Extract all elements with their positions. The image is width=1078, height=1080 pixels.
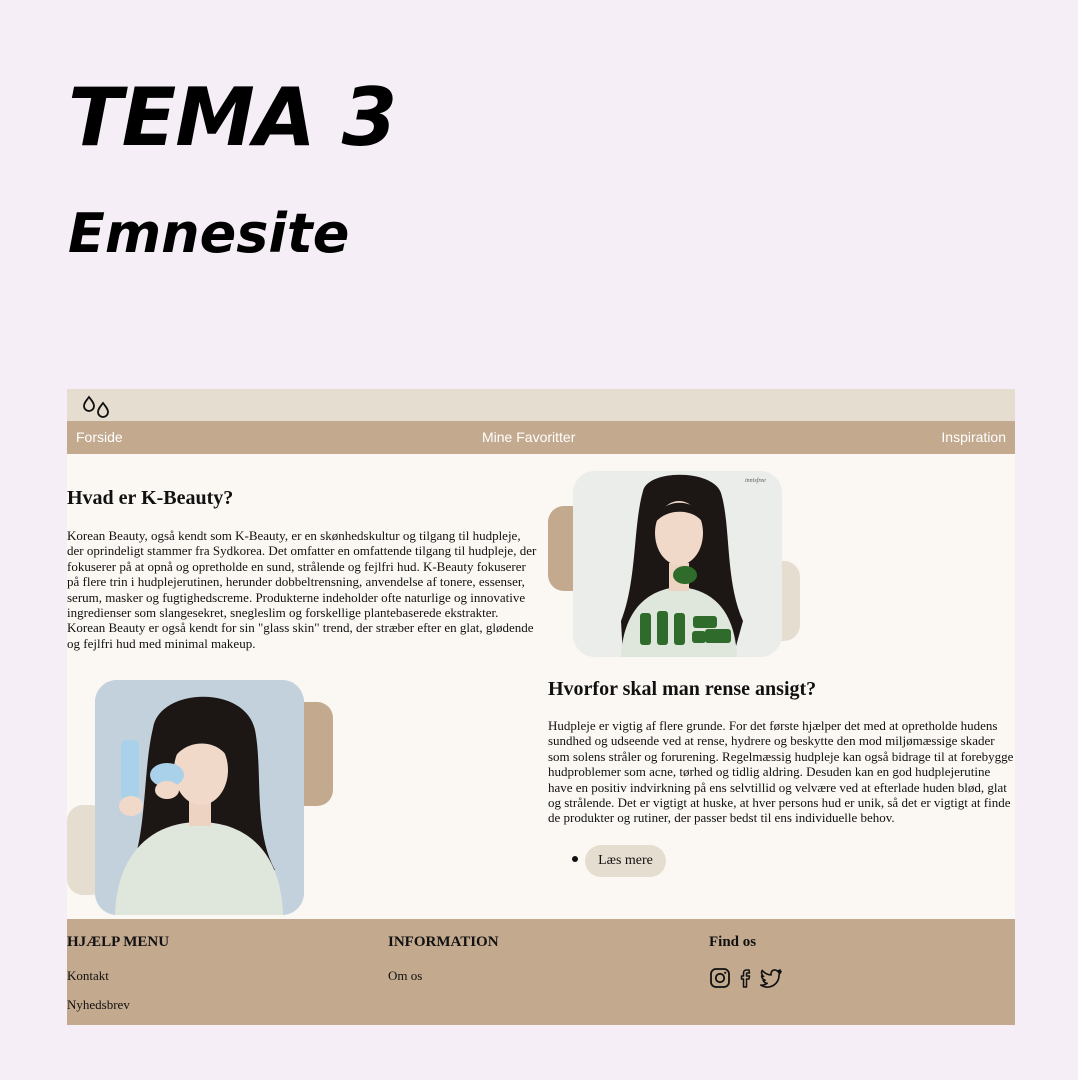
- read-more-button[interactable]: Læs mere: [585, 845, 666, 877]
- section-text-rense: Hudpleje er vigtig af flere grunde. For …: [548, 718, 1014, 826]
- list-bullet: [572, 856, 578, 862]
- model-photo: [95, 680, 304, 915]
- instagram-icon[interactable]: [709, 967, 731, 989]
- footer-link-nyhedsbrev[interactable]: Nyhedsbrev: [67, 997, 130, 1013]
- section-text-kbeauty: Korean Beauty, også kendt som K-Beauty, …: [67, 528, 537, 651]
- footer: HJÆLP MENU Kontakt Nyhedsbrev INFORMATIO…: [67, 919, 1015, 1025]
- slide-title: TEMA 3: [68, 71, 397, 164]
- water-drops-icon[interactable]: [77, 395, 113, 421]
- product-model-photo: innisfree: [573, 471, 782, 657]
- footer-heading-find-os: Find os: [709, 934, 757, 950]
- nav-mine-favoritter[interactable]: Mine Favoritter: [482, 429, 575, 445]
- footer-link-om-os[interactable]: Om os: [388, 968, 422, 984]
- twitter-icon[interactable]: [759, 967, 783, 989]
- facebook-icon[interactable]: [735, 967, 757, 989]
- main-nav: Forside Mine Favoritter Inspiration: [67, 421, 1015, 454]
- footer-link-kontakt[interactable]: Kontakt: [67, 968, 109, 984]
- brand-text: innisfree: [745, 477, 766, 484]
- website-mockup: Forside Mine Favoritter Inspiration Hvad…: [67, 389, 1015, 1025]
- top-bar: [67, 389, 1015, 421]
- slide-subtitle: Emnesite: [68, 202, 350, 265]
- nav-forside[interactable]: Forside: [76, 429, 123, 445]
- nav-inspiration[interactable]: Inspiration: [941, 429, 1006, 445]
- footer-heading-information: INFORMATION: [388, 934, 499, 950]
- section-heading-kbeauty: Hvad er K-Beauty?: [67, 487, 234, 509]
- footer-heading-help: HJÆLP MENU: [67, 934, 170, 950]
- section-heading-rense: Hvorfor skal man rense ansigt?: [548, 678, 817, 700]
